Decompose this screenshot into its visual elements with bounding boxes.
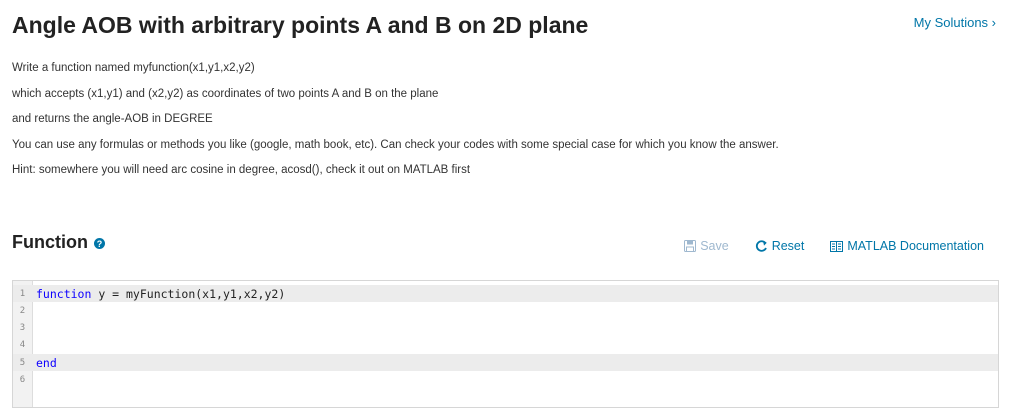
line-number: 6	[19, 374, 26, 385]
keyword: end	[36, 355, 57, 370]
line-number: 1	[19, 288, 26, 299]
line-number: 3	[19, 322, 26, 333]
help-icon[interactable]: ?	[93, 238, 105, 249]
matlab-documentation-link[interactable]: MATLAB Documentation	[830, 239, 984, 253]
my-solutions-link[interactable]: My Solutions ›	[914, 15, 996, 30]
line-number: 4	[19, 339, 26, 350]
docs-label: MATLAB Documentation	[847, 239, 984, 253]
code-line[interactable]: 6	[13, 371, 998, 388]
save-label: Save	[700, 239, 729, 253]
line-number: 2	[19, 305, 26, 316]
code-text: function y = myFunction(x1,y1,x2,y2)	[32, 287, 285, 301]
keyword: function	[36, 286, 92, 301]
code-editor[interactable]: 1 function y = myFunction(x1,y1,x2,y2) 2…	[12, 280, 999, 408]
description-line: Write a function named myfunction(x1,y1,…	[12, 62, 255, 74]
reset-label: Reset	[771, 239, 805, 253]
description-line: and returns the angle-AOB in DEGREE	[12, 113, 213, 125]
save-button[interactable]: Save	[684, 239, 729, 253]
description-line: which accepts (x1,y1) and (x2,y2) as coo…	[12, 87, 439, 100]
code-line[interactable]: 2	[13, 302, 998, 319]
page-title: Angle AOB with arbitrary points A and B …	[12, 12, 589, 38]
reset-button[interactable]: Reset	[755, 239, 805, 253]
code-line[interactable]: 4	[13, 336, 998, 353]
problem-description: Write a function named myfunction(x1,y1,…	[12, 62, 1002, 190]
save-icon	[684, 240, 697, 252]
code-content: y = myFunction(x1,y1,x2,y2)	[91, 286, 286, 301]
reset-icon	[755, 239, 767, 252]
description-line: Hint: somewhere you will need arc cosine…	[12, 164, 471, 176]
function-heading-label: Function	[12, 232, 88, 252]
description-line: You can use any formulas or methods you …	[12, 138, 779, 151]
code-line[interactable]: 3	[13, 319, 998, 336]
book-icon	[830, 240, 844, 252]
code-line[interactable]: 5 end	[13, 354, 998, 371]
editor-toolbar: Save Reset MATLAB Documentation	[684, 239, 984, 253]
code-text: end	[32, 356, 57, 370]
function-heading: Function ?	[12, 232, 105, 253]
code-line[interactable]: 1 function y = myFunction(x1,y1,x2,y2)	[13, 285, 998, 302]
line-number: 5	[19, 357, 26, 368]
